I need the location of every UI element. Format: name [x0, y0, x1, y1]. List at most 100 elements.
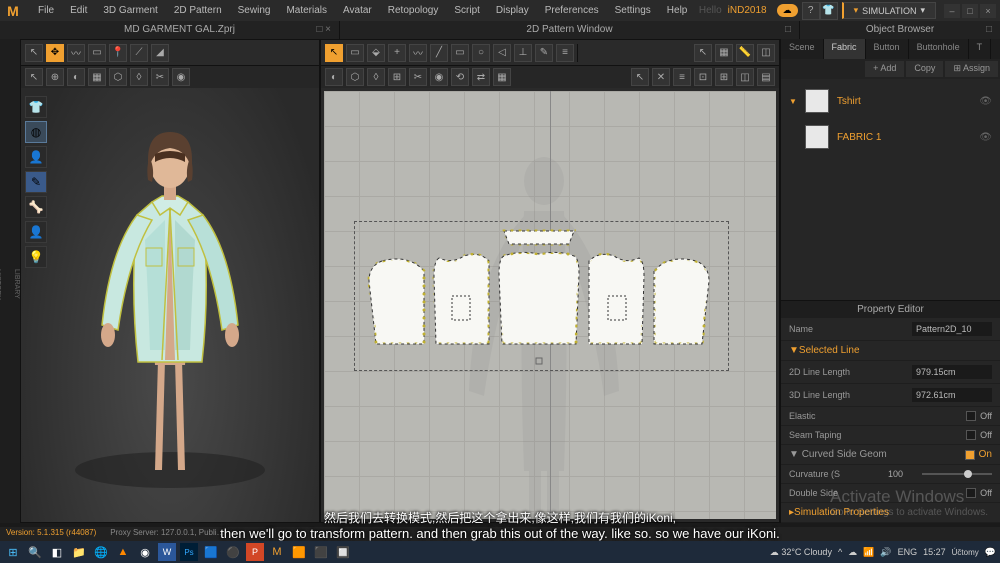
view-head-icon[interactable]: 👤 — [25, 221, 47, 243]
system-tray[interactable]: ☁ 32°C Cloudy ^ ☁ 📶 🔊 ENG 15:27 Účtomy 💬 — [770, 547, 996, 558]
menu-3d-garment[interactable]: 3D Garment — [95, 5, 165, 16]
word-icon[interactable]: W — [158, 543, 176, 561]
curved-checkbox[interactable] — [965, 450, 975, 460]
browser-tab-button[interactable]: Button — [866, 39, 909, 59]
t2o[interactable]: ◫ — [736, 68, 754, 86]
t2a[interactable]: ◐ — [325, 68, 343, 86]
edit-point-icon[interactable]: ⬙ — [367, 44, 385, 62]
date[interactable]: Účtomy — [952, 548, 979, 557]
browser-btn-copy[interactable]: Copy — [906, 61, 943, 77]
t2f[interactable]: ◉ — [430, 68, 448, 86]
taskview-icon[interactable]: ◧ — [48, 543, 66, 561]
row-curved[interactable]: ▼ Curved Side Geom On — [781, 445, 1000, 465]
cloud-badge[interactable]: ☁ — [777, 4, 798, 17]
tray-chevron-icon[interactable]: ^ — [838, 547, 842, 557]
tb-app3[interactable]: ⬛ — [312, 543, 330, 561]
menu-file[interactable]: File — [30, 5, 62, 16]
box-tool-icon[interactable]: ▭ — [88, 44, 106, 62]
fabric-swatch[interactable] — [805, 89, 829, 113]
menu-retopology[interactable]: Retopology — [380, 5, 447, 16]
select2d-icon[interactable]: ↖ — [325, 44, 343, 62]
grid-icon[interactable]: ▦ — [715, 44, 733, 62]
dart-icon[interactable]: ◁ — [493, 44, 511, 62]
line-icon[interactable]: ╱ — [430, 44, 448, 62]
menu-sewing[interactable]: Sewing — [230, 5, 279, 16]
lasso-tool-icon[interactable]: 〰 — [67, 44, 85, 62]
t2d[interactable]: ⊞ — [388, 68, 406, 86]
viewport-3d[interactable]: ↖ ✥ 〰 ▭ 📍 ⟋ ◢ ↖ ⊕ ◐ ▦ ⬡ ◊ ✂ ◉ 👕 ◍ 👤 ✎ 🦴 … — [20, 39, 320, 523]
menu-2d-pattern[interactable]: 2D Pattern — [166, 5, 230, 16]
move-tool-icon[interactable]: ✥ — [46, 44, 64, 62]
checkbox[interactable] — [966, 411, 976, 421]
dock-library[interactable]: LIBRARY — [13, 45, 20, 523]
view-shirt-icon[interactable]: 👕 — [25, 96, 47, 118]
view-light-icon[interactable]: 💡 — [25, 246, 47, 268]
t2k[interactable]: ✕ — [652, 68, 670, 86]
t2p[interactable]: ▤ — [757, 68, 775, 86]
minimize-button[interactable]: – — [944, 4, 960, 18]
section-selected-line[interactable]: ▼ Selected Line — [781, 341, 1000, 361]
search-icon[interactable]: 🔍 — [26, 543, 44, 561]
shirt-icon[interactable]: 👕 — [820, 2, 838, 20]
menu-script[interactable]: Script — [446, 5, 488, 16]
browser-tab-t[interactable]: T — [969, 39, 992, 59]
trace-icon[interactable]: ✎ — [535, 44, 553, 62]
tray-cloud-icon[interactable]: ☁ — [848, 547, 857, 558]
tab-3d[interactable]: MD GARMENT GAL.Zprj□ × — [20, 21, 340, 39]
tool-7[interactable]: ◢ — [151, 44, 169, 62]
browser-tab-scene[interactable]: Scene — [781, 39, 824, 59]
weather-widget[interactable]: ☁ 32°C Cloudy — [770, 547, 832, 558]
windows-taskbar[interactable]: ⊞ 🔍 ◧ 📁 🌐 ▲ ◉ W Ps 🟦 ⚫ P M 🟧 ⬛ 🔲 ☁ 32°C … — [0, 541, 1000, 563]
sewing-tool-icon[interactable]: ⟋ — [130, 44, 148, 62]
t2n[interactable]: ⊞ — [715, 68, 733, 86]
select-tool-icon[interactable]: ↖ — [25, 44, 43, 62]
t2m[interactable]: ⊡ — [694, 68, 712, 86]
tool-b[interactable]: ⊕ — [46, 68, 64, 86]
snap-icon[interactable]: ↖ — [694, 44, 712, 62]
t2l[interactable]: ≡ — [673, 68, 691, 86]
tool-f[interactable]: ◊ — [130, 68, 148, 86]
browser-btn-assign[interactable]: ⊞ Assign — [945, 61, 998, 77]
canvas-2d[interactable]: ✥ — [324, 91, 776, 519]
checkbox[interactable] — [966, 430, 976, 440]
wifi-icon[interactable]: 📶 — [863, 547, 874, 558]
view-texture-icon[interactable]: ◍ — [25, 121, 47, 143]
t2i[interactable]: ▦ — [493, 68, 511, 86]
tool-h[interactable]: ◉ — [172, 68, 190, 86]
view-edit-icon[interactable]: ✎ — [25, 171, 47, 193]
seam-icon[interactable]: ≡ — [556, 44, 574, 62]
dock-history[interactable]: HISTORY — [0, 45, 1, 523]
fabric-swatch[interactable] — [805, 125, 829, 149]
chrome-icon[interactable]: ◉ — [136, 543, 154, 561]
tab-2d[interactable]: 2D Pattern Window□ — [340, 21, 800, 39]
volume-icon[interactable]: 🔊 — [880, 547, 891, 558]
t2j[interactable]: ↖ — [631, 68, 649, 86]
menu-display[interactable]: Display — [488, 5, 537, 16]
browser-btn-add[interactable]: + Add — [865, 61, 904, 77]
browser-tab-buttonhole[interactable]: Buttonhole — [909, 39, 969, 59]
pin-tool-icon[interactable]: 📍 — [109, 44, 127, 62]
tab-browser[interactable]: Object Browser□ — [800, 21, 1000, 39]
vlc-icon[interactable]: ▲ — [114, 543, 132, 561]
tool-d[interactable]: ▦ — [88, 68, 106, 86]
md-icon[interactable]: M — [268, 543, 286, 561]
notifications-icon[interactable]: 💬 — [985, 547, 996, 558]
pattern-pieces[interactable] — [364, 226, 724, 376]
tb-app4[interactable]: 🔲 — [334, 543, 352, 561]
ppt-icon[interactable]: P — [246, 543, 264, 561]
tool-c[interactable]: ◐ — [67, 68, 85, 86]
curve-icon[interactable]: 〰 — [409, 44, 427, 62]
edge-icon[interactable]: 🌐 — [92, 543, 110, 561]
menu-edit[interactable]: Edit — [62, 5, 95, 16]
tool-g[interactable]: ✂ — [151, 68, 169, 86]
menu-materials[interactable]: Materials — [278, 5, 335, 16]
fabric-item[interactable]: FABRIC 1👁 — [785, 119, 996, 155]
curvature-value[interactable]: 100 — [888, 469, 916, 479]
rect-icon[interactable]: ▭ — [451, 44, 469, 62]
curvature-slider[interactable] — [922, 473, 992, 475]
t2e[interactable]: ✂ — [409, 68, 427, 86]
user-name[interactable]: iND2018 — [722, 5, 773, 16]
tb-app1[interactable]: 🟦 — [202, 543, 220, 561]
transform2d-icon[interactable]: ▭ — [346, 44, 364, 62]
circle-icon[interactable]: ○ — [472, 44, 490, 62]
